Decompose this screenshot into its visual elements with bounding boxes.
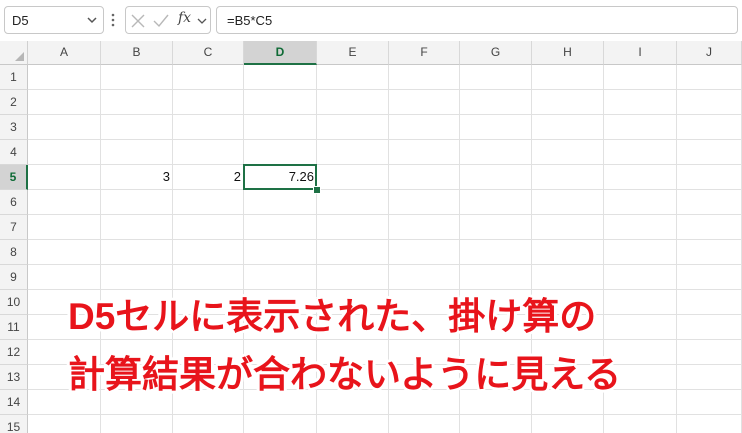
- gridline: [28, 189, 742, 190]
- select-all-button[interactable]: [0, 41, 28, 65]
- gridline: [28, 139, 742, 140]
- chevron-down-icon[interactable]: [196, 15, 208, 27]
- annotation-line-1: D5セルに表示された、掛け算の: [68, 296, 597, 337]
- row-header-2[interactable]: 2: [0, 90, 28, 115]
- row-header-8[interactable]: 8: [0, 240, 28, 265]
- column-header-f[interactable]: F: [389, 41, 460, 65]
- selected-cell-outline: [243, 164, 317, 190]
- row-header-9[interactable]: 9: [0, 265, 28, 290]
- cell-b5[interactable]: 3: [101, 165, 173, 189]
- column-header-e[interactable]: E: [317, 41, 389, 65]
- row-header-6[interactable]: 6: [0, 190, 28, 215]
- row-header-11[interactable]: 11: [0, 315, 28, 340]
- gridline: [28, 239, 742, 240]
- formula-input[interactable]: =B5*C5: [216, 6, 738, 34]
- gridline: [676, 65, 677, 433]
- gridline: [28, 414, 742, 415]
- name-box-value: D5: [12, 13, 29, 28]
- more-options-icon[interactable]: [111, 13, 115, 27]
- row-header-3[interactable]: 3: [0, 115, 28, 140]
- row-header-4[interactable]: 4: [0, 140, 28, 165]
- formula-button-group: fx: [125, 6, 211, 34]
- gridline: [28, 264, 742, 265]
- fill-handle[interactable]: [313, 186, 321, 194]
- cell-c5[interactable]: 2: [173, 165, 244, 189]
- column-header-b[interactable]: B: [101, 41, 173, 65]
- column-header-a[interactable]: A: [28, 41, 101, 65]
- formula-bar: D5 fx =B5*C5: [0, 0, 742, 40]
- column-header-g[interactable]: G: [460, 41, 532, 65]
- row-header-13[interactable]: 13: [0, 365, 28, 390]
- name-box[interactable]: D5: [4, 6, 104, 34]
- row-header-7[interactable]: 7: [0, 215, 28, 240]
- annotation-line-2: 計算結果が合わないように見える: [68, 354, 622, 395]
- row-header-15[interactable]: 15: [0, 415, 28, 433]
- row-header-14[interactable]: 14: [0, 390, 28, 415]
- gridline: [28, 114, 742, 115]
- row-header-1[interactable]: 1: [0, 65, 28, 90]
- check-icon[interactable]: [152, 12, 170, 30]
- column-header-j[interactable]: J: [677, 41, 742, 65]
- insert-function-button[interactable]: fx: [178, 10, 196, 30]
- column-header-d[interactable]: D: [244, 41, 317, 65]
- gridline: [28, 89, 742, 90]
- row-header-5[interactable]: 5: [0, 165, 28, 190]
- gridline: [28, 214, 742, 215]
- select-all-icon: [15, 52, 24, 61]
- column-header-c[interactable]: C: [173, 41, 244, 65]
- chevron-down-icon[interactable]: [85, 13, 99, 27]
- formula-text: =B5*C5: [227, 13, 273, 28]
- column-header-h[interactable]: H: [532, 41, 604, 65]
- column-header-i[interactable]: I: [604, 41, 677, 65]
- cancel-icon[interactable]: [129, 12, 147, 30]
- row-header-12[interactable]: 12: [0, 340, 28, 365]
- row-header-10[interactable]: 10: [0, 290, 28, 315]
